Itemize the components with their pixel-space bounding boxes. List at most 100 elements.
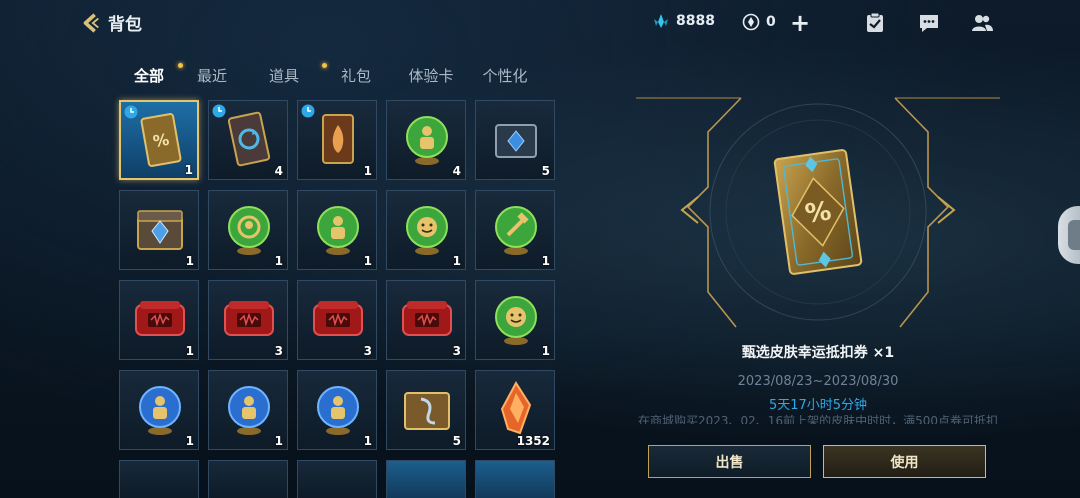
green-orb-avatar-icon (228, 206, 270, 255)
item-count: 1 (274, 434, 283, 448)
item-count: 1 (185, 344, 194, 358)
item-count: 1 (185, 254, 194, 268)
item-slot[interactable]: % 1 (119, 100, 199, 180)
item-slot[interactable]: 4 (208, 100, 288, 180)
tab-gift-packs[interactable]: 礼包 (320, 62, 392, 89)
top-bar: 背包 8888 0 + (0, 0, 1080, 48)
item-name: 甄选皮肤幸运抵扣券 ×1 (741, 345, 895, 361)
flame-card-icon (322, 114, 354, 164)
chevron-left-icon (83, 12, 99, 33)
item-count: 1 (363, 164, 372, 178)
item-slot[interactable]: 1 (119, 190, 199, 270)
item-slot[interactable] (386, 460, 466, 498)
coupon-count: 0 (766, 14, 776, 30)
item-slot[interactable]: 3 (297, 280, 377, 360)
clock-icon (212, 104, 226, 118)
green-orb-smile-icon (495, 296, 537, 345)
page-title: 背包 (108, 15, 142, 35)
refresh-card-icon (227, 111, 271, 167)
item-grid-partial-row (119, 460, 555, 498)
item-slot[interactable]: 5 (386, 370, 466, 450)
item-slot[interactable]: 3 (208, 280, 288, 360)
item-count: 1 (452, 254, 461, 268)
item-count: 1 (363, 434, 372, 448)
friends-icon[interactable] (971, 12, 993, 34)
item-slot[interactable]: 1 (475, 190, 555, 270)
tab-personalization[interactable]: 个性化 (470, 62, 540, 89)
item-count: 3 (274, 344, 283, 358)
item-grid: % 1 4 1 4 5 1 1 1 1 1 1 3 3 3 1 1 1 1 5 1352 (119, 100, 555, 450)
item-count: 1352 (516, 434, 550, 448)
item-count: 5 (541, 164, 550, 178)
item-slot[interactable]: 1 (119, 370, 199, 450)
item-slot[interactable]: 3 (386, 280, 466, 360)
clock-icon (124, 105, 138, 119)
diamond-count: 8888 (676, 13, 715, 29)
item-count: 4 (452, 164, 461, 178)
item-slot[interactable]: 4 (386, 100, 466, 180)
crystal-chest-icon (137, 210, 183, 250)
item-slot[interactable]: 1 (208, 370, 288, 450)
item-slot[interactable]: 1 (119, 280, 199, 360)
blue-treasure-chest-icon (495, 124, 537, 158)
item-validity-dates: 2023/08/23~2023/08/30 (737, 374, 899, 389)
item-preview-frame: % (636, 97, 1000, 328)
sell-button[interactable]: 出售 (648, 445, 811, 478)
item-count: 5 (452, 434, 461, 448)
item-slot[interactable] (297, 460, 377, 498)
item-slot[interactable]: 1 (297, 190, 377, 270)
item-count: 1 (184, 163, 193, 177)
item-count: 1 (363, 254, 372, 268)
discount-ticket-large-icon: % (773, 149, 863, 275)
item-slot[interactable]: 1 (297, 370, 377, 450)
red-chest-icon (135, 301, 185, 336)
item-slot[interactable] (475, 460, 555, 498)
green-orb-smile-icon (406, 206, 448, 255)
green-orb-hammer-icon (495, 206, 537, 255)
blue-orb-figure-icon (139, 386, 181, 435)
gold-chest-icon (404, 392, 450, 430)
item-count: 1 (274, 254, 283, 268)
item-slot[interactable]: 1 (475, 280, 555, 360)
tab-recent[interactable]: 最近 (176, 62, 248, 89)
back-button[interactable]: 背包 (80, 10, 142, 35)
task-checklist-icon[interactable] (864, 12, 886, 34)
green-orb-figure-icon (317, 206, 359, 255)
item-slot[interactable]: 1 (297, 100, 377, 180)
crystal-icon (654, 14, 668, 28)
item-slot[interactable]: 1 (386, 190, 466, 270)
tab-trial-cards[interactable]: 体验卡 (392, 62, 470, 89)
red-chest-icon (402, 301, 452, 336)
item-time-remaining: 5天17小时5分钟 (768, 398, 868, 413)
coupon-balance: 0 (742, 13, 776, 31)
clock-icon (301, 104, 315, 118)
item-count: 1 (185, 434, 194, 448)
discount-ticket-icon: % (140, 113, 182, 167)
svg-text:%: % (803, 196, 833, 229)
item-count: 3 (452, 344, 461, 358)
item-slot[interactable]: 5 (475, 100, 555, 180)
red-chest-icon (313, 301, 363, 336)
chat-icon[interactable] (918, 12, 940, 34)
item-slot[interactable] (208, 460, 288, 498)
red-chest-icon (224, 301, 274, 336)
svg-text:%: % (152, 130, 171, 151)
add-currency-button[interactable]: + (790, 10, 810, 36)
item-slot[interactable] (119, 460, 199, 498)
item-description: 在商城购买2023、02、16前上架的皮肤中时时，满500点券可抵扣 (638, 414, 998, 424)
item-count: 3 (363, 344, 372, 358)
item-slot[interactable]: 1352 (475, 370, 555, 450)
blue-orb-figure-icon (228, 386, 270, 435)
item-count: 1 (541, 254, 550, 268)
category-tabs: 全部 最近 道具 礼包 体验卡 个性化 (122, 62, 540, 89)
coupon-icon (742, 13, 760, 31)
fire-crystal-icon (500, 381, 532, 435)
tab-all[interactable]: 全部 (122, 62, 183, 89)
item-slot[interactable]: 1 (208, 190, 288, 270)
floating-assistant-button[interactable] (1058, 206, 1080, 264)
green-orb-figure-icon (406, 116, 448, 165)
tab-props[interactable]: 道具 (248, 62, 327, 89)
diamond-balance: 8888 (652, 13, 715, 29)
blue-orb-figure-icon (317, 386, 359, 435)
use-button[interactable]: 使用 (823, 445, 986, 478)
